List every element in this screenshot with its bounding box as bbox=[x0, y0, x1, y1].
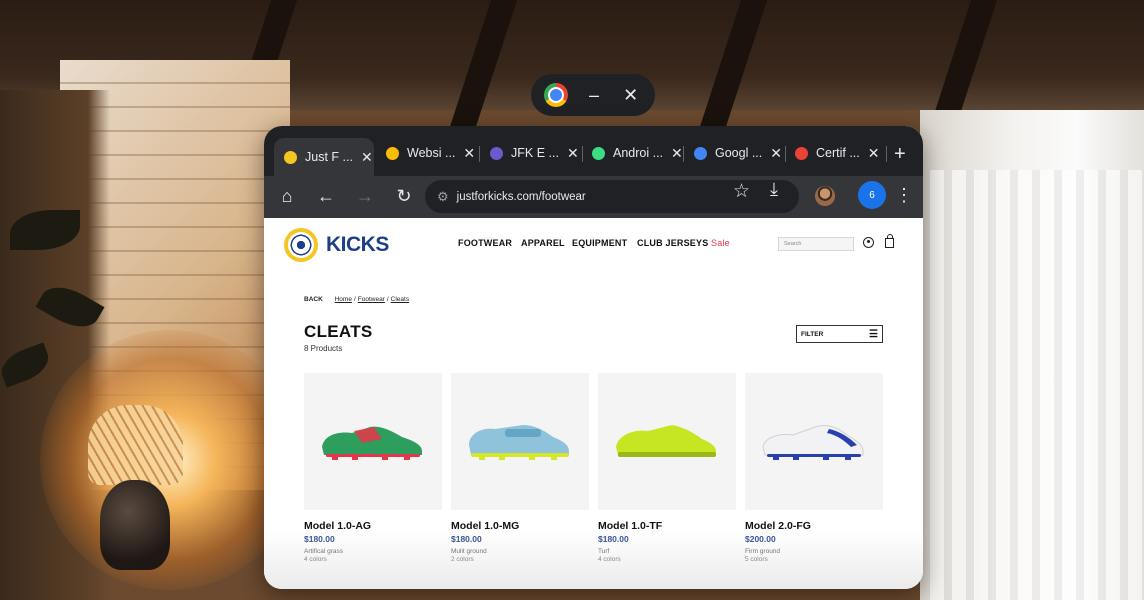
product-card[interactable]: Model 1.0-AG $180.00 Artifical grass 4 c… bbox=[304, 373, 442, 563]
tab-jfk[interactable]: JFK E ... ✕ bbox=[480, 138, 580, 168]
tab-certificate[interactable]: Certif ... ✕ bbox=[785, 138, 885, 168]
more-menu-icon[interactable]: ⋮ bbox=[895, 185, 913, 206]
logo-text: KICKS bbox=[326, 233, 389, 256]
product-price: $180.00 bbox=[451, 534, 482, 544]
back-arrow-icon[interactable]: ← bbox=[314, 186, 338, 207]
minimize-button[interactable]: – bbox=[583, 85, 605, 106]
shopping-bag-icon[interactable] bbox=[885, 234, 894, 248]
tab-website[interactable]: Websi ... ✕ bbox=[376, 138, 476, 168]
product-colors: 4 colors bbox=[598, 556, 621, 563]
lampshade bbox=[88, 405, 183, 485]
nav-apparel[interactable]: APPAREL bbox=[521, 238, 565, 248]
soccer-ball-logo-icon bbox=[284, 228, 318, 262]
product-image[interactable] bbox=[745, 373, 883, 510]
tab-strip: Just F ... ✕ Websi ... ✕ JFK E ... ✕ And… bbox=[264, 126, 923, 176]
browser-window: Just F ... ✕ Websi ... ✕ JFK E ... ✕ And… bbox=[264, 126, 923, 589]
product-image[interactable] bbox=[451, 373, 589, 510]
nav-club-jerseys[interactable]: CLUB JERSEYS bbox=[637, 238, 708, 248]
new-tab-button[interactable]: + bbox=[894, 143, 906, 166]
url-text[interactable]: justforkicks.com/footwear bbox=[457, 191, 586, 203]
product-card[interactable]: Model 1.0-TF $180.00 Turf 4 colors bbox=[598, 373, 736, 563]
tab-title: JFK E ... bbox=[511, 146, 559, 160]
product-price: $180.00 bbox=[304, 534, 335, 544]
tab-title: Certif ... bbox=[816, 146, 860, 160]
soccer-ball-favicon-icon bbox=[284, 150, 297, 164]
cleat-shoe-icon bbox=[616, 425, 716, 457]
breadcrumb-footwear[interactable]: Footwear bbox=[358, 296, 385, 303]
product-count: 8 Products bbox=[304, 344, 343, 353]
bookmark-star-icon[interactable]: ☆ bbox=[733, 180, 750, 203]
web-page: KICKS FOOTWEAR APPAREL EQUIPMENT CLUB JE… bbox=[264, 218, 923, 589]
product-price: $200.00 bbox=[745, 534, 776, 544]
close-tab-icon[interactable]: ✕ bbox=[361, 149, 373, 166]
product-colors: 5 colors bbox=[745, 556, 768, 563]
filter-label: FILTER bbox=[801, 330, 824, 338]
page-title: CLEATS bbox=[304, 322, 373, 341]
product-card[interactable]: Model 1.0-MG $180.00 Mulit ground 2 colo… bbox=[451, 373, 589, 563]
close-tab-icon[interactable]: ✕ bbox=[463, 145, 475, 162]
product-image[interactable] bbox=[304, 373, 442, 510]
breadcrumb: BACK Home / Footwear / Cleats bbox=[304, 296, 410, 303]
product-colors: 4 colors bbox=[304, 556, 327, 563]
tab-title: Just F ... bbox=[305, 150, 353, 164]
product-name[interactable]: Model 2.0-FG bbox=[745, 520, 883, 532]
product-colors: 2 colors bbox=[451, 556, 474, 563]
reload-icon[interactable]: ↻ bbox=[392, 186, 416, 207]
shield-favicon-icon bbox=[490, 146, 503, 160]
android-favicon-icon bbox=[592, 146, 605, 160]
nav-equipment[interactable]: EQUIPMENT bbox=[572, 238, 627, 248]
product-name[interactable]: Model 1.0-MG bbox=[451, 520, 589, 532]
product-name[interactable]: Model 1.0-TF bbox=[598, 520, 736, 532]
download-icon[interactable]: ⤓ bbox=[770, 179, 778, 200]
tab-just-for-kicks[interactable]: Just F ... ✕ bbox=[274, 138, 374, 176]
home-icon[interactable]: ⌂ bbox=[275, 186, 299, 207]
close-tab-icon[interactable]: ✕ bbox=[868, 145, 880, 162]
window-handle[interactable]: – ✕ bbox=[531, 74, 655, 116]
website-favicon-icon bbox=[386, 146, 399, 160]
browser-toolbar: ⌂ ← → ↻ ⚙ justforkicks.com/footwear ☆ ⤓ … bbox=[264, 176, 923, 218]
product-ground-type: Mulit ground bbox=[451, 548, 487, 555]
filter-button[interactable]: FILTER ☰ bbox=[796, 325, 883, 343]
lamp-vase bbox=[100, 480, 170, 570]
product-name[interactable]: Model 1.0-AG bbox=[304, 520, 442, 532]
product-ground-type: Artifical grass bbox=[304, 548, 344, 555]
tab-google[interactable]: Googl ... ✕ bbox=[684, 138, 784, 168]
product-card[interactable]: Model 2.0-FG $200.00 Firm ground 5 color… bbox=[745, 373, 883, 563]
strap bbox=[505, 429, 541, 437]
site-settings-icon[interactable]: ⚙ bbox=[437, 189, 449, 205]
nav-footwear[interactable]: FOOTWEAR bbox=[458, 238, 512, 248]
cleat-shoe-icon bbox=[762, 424, 864, 460]
account-icon[interactable] bbox=[863, 237, 874, 248]
google-favicon-icon bbox=[694, 146, 707, 160]
close-window-button[interactable]: ✕ bbox=[620, 85, 642, 106]
close-tab-icon[interactable]: ✕ bbox=[770, 145, 782, 162]
sliders-icon: ☰ bbox=[869, 328, 878, 340]
tab-title: Websi ... bbox=[407, 146, 456, 160]
back-link[interactable]: BACK bbox=[304, 296, 323, 303]
tab-separator bbox=[886, 146, 887, 162]
tab-android[interactable]: Androi ... ✕ bbox=[582, 138, 683, 168]
google-favicon-icon bbox=[795, 146, 808, 160]
profile-avatar[interactable] bbox=[815, 186, 835, 206]
extension-badge-icon[interactable]: 6 bbox=[858, 181, 886, 209]
cleat-shoe-icon bbox=[322, 426, 422, 460]
breadcrumb-home[interactable]: Home bbox=[335, 296, 352, 303]
chrome-icon[interactable] bbox=[544, 83, 569, 107]
cleat-shoe-icon bbox=[469, 425, 569, 460]
breadcrumb-cleats[interactable]: Cleats bbox=[391, 296, 409, 303]
curtain bbox=[930, 170, 1144, 600]
tab-title: Googl ... bbox=[715, 146, 763, 160]
product-image[interactable] bbox=[598, 373, 736, 510]
product-ground-type: Firm ground bbox=[745, 548, 781, 555]
tab-title: Androi ... bbox=[613, 146, 664, 160]
site-logo[interactable]: KICKS bbox=[284, 228, 389, 262]
search-input[interactable]: Search bbox=[778, 237, 854, 251]
close-tab-icon[interactable]: ✕ bbox=[567, 145, 579, 162]
close-tab-icon[interactable]: ✕ bbox=[671, 145, 683, 162]
product-ground-type: Turf bbox=[598, 548, 610, 555]
product-price: $180.00 bbox=[598, 534, 629, 544]
forward-arrow-icon[interactable]: → bbox=[353, 186, 377, 207]
nav-sale[interactable]: Sale bbox=[711, 238, 730, 248]
